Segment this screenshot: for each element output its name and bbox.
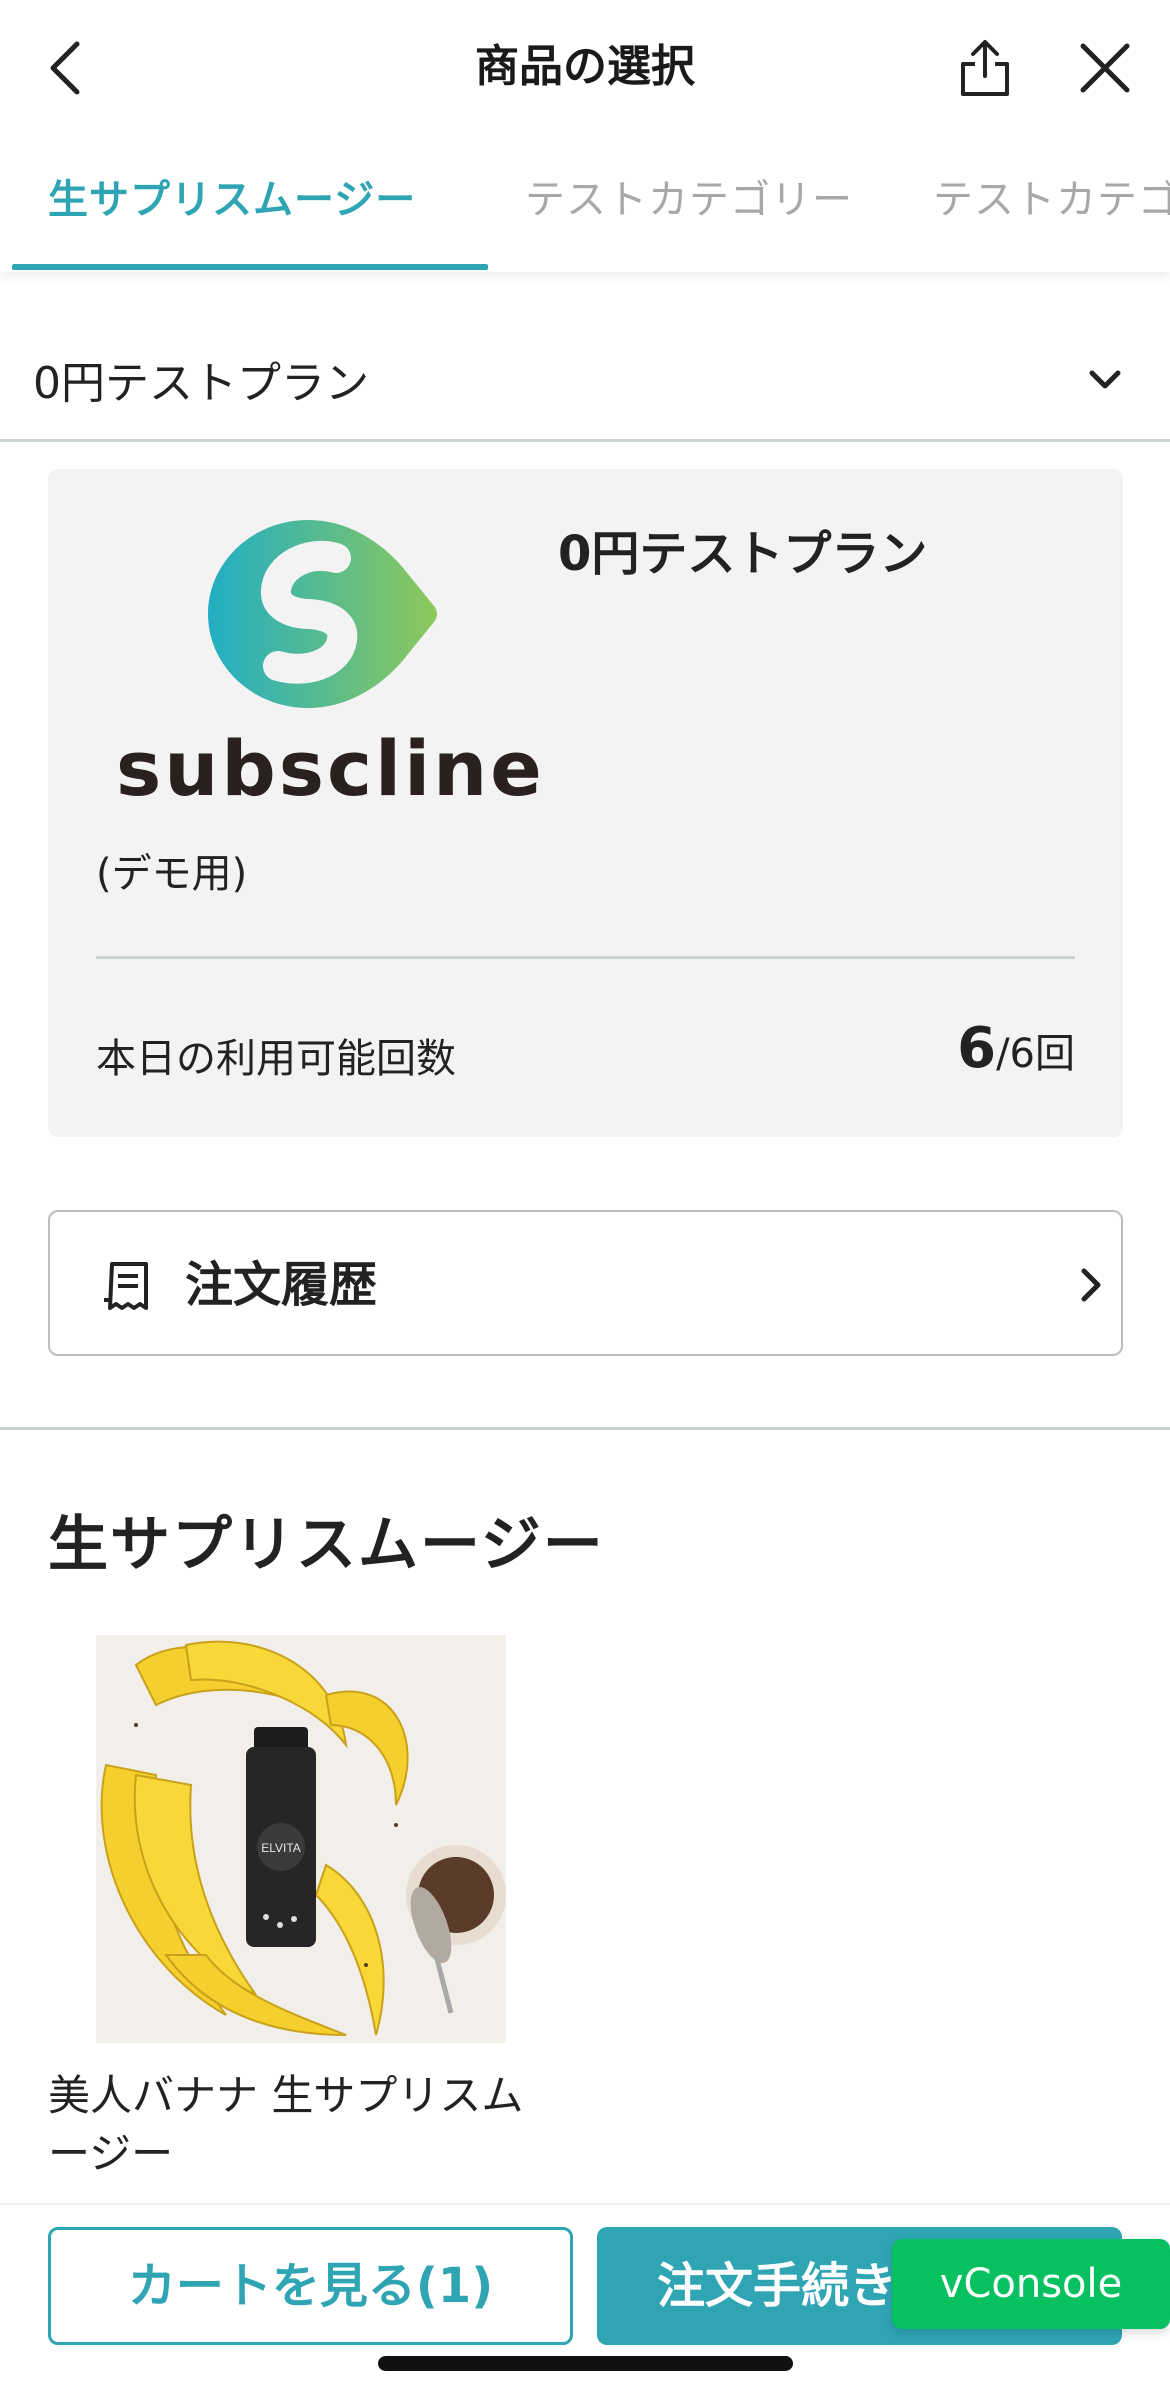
chevron-right-icon (1068, 1262, 1114, 1308)
card-divider (96, 956, 1075, 959)
chevron-down-icon (1085, 360, 1125, 400)
plan-selector-value: 0円テストプラン (33, 358, 369, 409)
product-image[interactable]: ELVITA (96, 1635, 506, 2043)
usage-total: /6回 (996, 1031, 1075, 1077)
tab-category-3[interactable]: テストカテゴリー (933, 150, 1170, 272)
card-plan-name: 0円テストプラン (558, 526, 928, 582)
product-name: 美人バナナ 生サプリスムージー (48, 2071, 524, 2178)
home-indicator (378, 2356, 793, 2371)
view-cart-button[interactable]: カートを見る(1) (48, 2227, 573, 2345)
top-navigation-bar: 商品の選択 (0, 0, 1170, 135)
close-icon (1080, 43, 1130, 93)
category-tabs: 生サプリスムージー テストカテゴリー テストカテゴリー (0, 150, 1170, 272)
active-tab-indicator (12, 264, 488, 270)
logo-wordmark: subscline (116, 724, 545, 813)
logo-subtitle: (デモ用) (96, 851, 248, 897)
order-history-label: 注文履歴 (185, 1257, 378, 1313)
close-button[interactable] (1065, 28, 1145, 108)
usage-remaining: 6 (957, 1016, 997, 1081)
tab-category-2[interactable]: テストカテゴリー (525, 150, 853, 272)
receipt-icon (102, 1260, 154, 1312)
plan-selector[interactable]: 0円テストプラン (0, 330, 1170, 442)
bottle-label: ELVITA (261, 1841, 301, 1855)
share-icon (961, 40, 1009, 96)
tab-category-1[interactable]: 生サプリスムージー (48, 150, 416, 272)
product-card[interactable]: ELVITA 美人バナナ 生サプリスムージー (48, 1635, 548, 2195)
plan-card: subscline (デモ用) 0円テストプラン 本日の利用可能回数 6/6回 (48, 469, 1123, 1137)
share-button[interactable] (945, 28, 1025, 108)
section-divider (0, 1427, 1170, 1430)
usage-label: 本日の利用可能回数 (96, 1036, 456, 1082)
section-title: 生サプリスムージー (48, 1510, 605, 1580)
subscline-logo-icon (208, 514, 448, 714)
usage-count: 6/6回 (957, 1014, 1075, 1097)
vconsole-button[interactable]: vConsole (892, 2239, 1170, 2329)
bottom-action-bar: カートを見る(1) 注文手続き vConsole (0, 2203, 1170, 2391)
order-history-button[interactable]: 注文履歴 (48, 1210, 1123, 1356)
